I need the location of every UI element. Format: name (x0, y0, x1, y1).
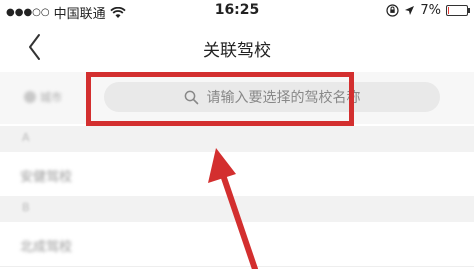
status-bar: ●●●○○ 中国联通 16:25 7% (0, 0, 474, 22)
page-title: 关联驾校 (203, 41, 271, 61)
section-letter: B (22, 201, 30, 214)
city-label: 城市 (40, 91, 62, 104)
rotation-lock-icon (386, 4, 399, 17)
location-pin-icon (24, 91, 36, 103)
school-name: 安健驾校 (20, 170, 73, 185)
section-header-b: B (0, 196, 474, 222)
battery-level (448, 7, 449, 14)
nav-bar: 关联驾校 (0, 22, 474, 72)
battery-percent: 7% (420, 3, 441, 18)
highlight-frame (86, 72, 354, 126)
section-header-a: A (0, 126, 474, 152)
status-right: 7% (386, 3, 470, 18)
list-item[interactable]: 安健驾校 (0, 152, 474, 197)
city-selector[interactable]: 城市 (24, 89, 62, 105)
section-letter: A (22, 131, 30, 144)
battery-icon (446, 5, 470, 16)
location-arrow-icon (405, 6, 415, 15)
list-item[interactable]: 北成驾校 (0, 222, 474, 267)
school-name: 北成驾校 (20, 240, 73, 255)
